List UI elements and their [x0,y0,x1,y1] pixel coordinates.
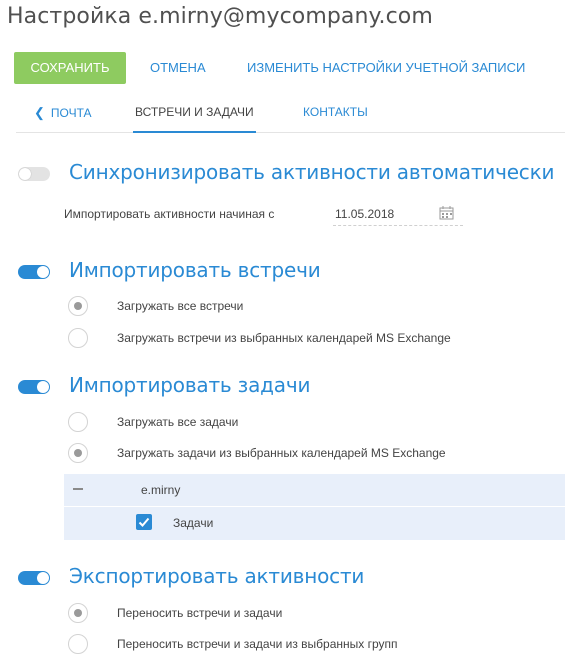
calendar-icon[interactable] [439,205,454,220]
import-date-value: 11.05.2018 [335,207,395,221]
group-divider [64,506,565,507]
tab-meetings-tasks-label: ВСТРЕЧИ И ЗАДАЧИ [135,105,254,119]
calendar-group-name: e.mirny [141,483,181,497]
radio-all-tasks[interactable] [68,412,88,432]
radio-export-all-label: Переносить встречи и задачи [117,606,283,620]
sync-toggle[interactable] [18,167,50,181]
import-from-label: Импортировать активности начиная с [64,207,275,221]
save-button[interactable]: СОХРАНИТЬ [14,52,126,84]
radio-all-meetings-label: Загружать все встречи [117,299,244,313]
export-title: Экспортировать активности [69,564,365,588]
radio-export-selected-groups-label: Переносить встречи и задачи из выбранных… [117,637,398,651]
tabs-bar: ❮ ПОЧТА ВСТРЕЧИ И ЗАДАЧИ КОНТАКТЫ [16,95,565,133]
import-tasks-toggle[interactable] [18,380,50,394]
sync-title: Синхронизировать активности автоматическ… [69,160,555,184]
tasks-calendar-label: Задачи [173,516,214,530]
page-title: Настройка e.mirny@mycompany.com [7,4,433,29]
chevron-left-icon: ❮ [34,105,45,120]
tab-mail[interactable]: ❮ ПОЧТА [34,105,92,121]
toggle-knob [37,572,49,584]
toggle-knob [37,266,49,278]
import-date-field[interactable]: 11.05.2018 [333,203,463,226]
radio-export-selected-groups[interactable] [68,634,88,654]
radio-all-meetings[interactable] [68,296,88,316]
tab-contacts[interactable]: КОНТАКТЫ [303,105,368,119]
radio-selected-calendars-tasks-label: Загружать задачи из выбранных календарей… [117,446,446,460]
import-meetings-toggle[interactable] [18,265,50,279]
tasks-calendar-checkbox[interactable] [136,514,152,530]
radio-export-all[interactable] [68,603,88,623]
checkmark-icon [138,517,150,527]
import-meetings-title: Импортировать встречи [69,258,321,282]
minus-icon[interactable] [73,488,83,490]
tab-meetings-tasks[interactable]: ВСТРЕЧИ И ЗАДАЧИ [133,105,256,133]
export-toggle[interactable] [18,571,50,585]
radio-selected-calendars-meetings[interactable] [68,328,88,348]
import-tasks-title: Импортировать задачи [69,373,311,397]
tab-contacts-label: КОНТАКТЫ [303,105,368,119]
calendar-group [64,474,565,540]
tab-mail-label: ПОЧТА [50,106,92,120]
account-settings-button[interactable]: ИЗМЕНИТЬ НАСТРОЙКИ УЧЕТНОЙ ЗАПИСИ [247,52,525,84]
cancel-button[interactable]: ОТМЕНА [150,52,206,84]
radio-selected-calendars-tasks[interactable] [68,443,88,463]
toggle-knob [37,381,49,393]
radio-all-tasks-label: Загружать все задачи [117,415,239,429]
toggle-knob [19,168,31,180]
radio-selected-calendars-meetings-label: Загружать встречи из выбранных календаре… [117,331,451,345]
